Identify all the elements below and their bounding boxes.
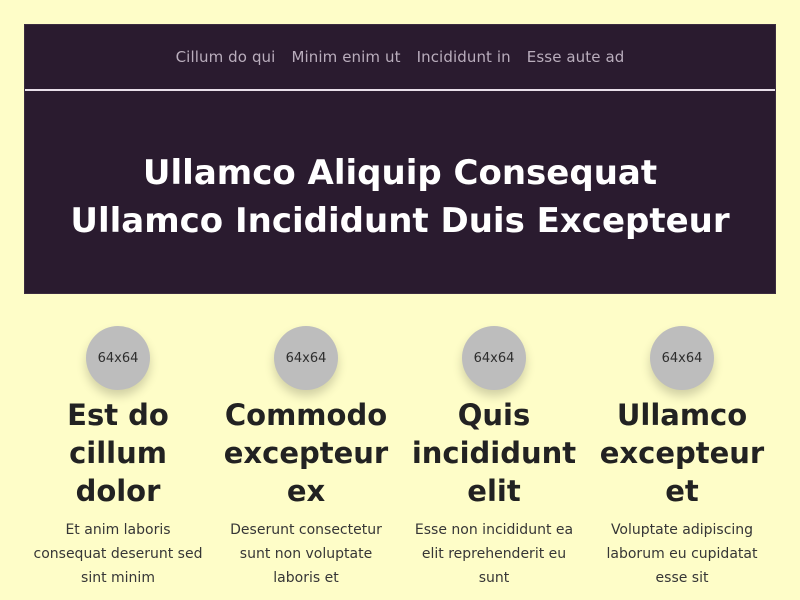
feature-description: Esse non incididunt ea elit reprehenderi…: [414, 522, 574, 586]
feature-heading: Ullamco excepteur et: [599, 398, 765, 508]
top-navigation: Cillum do qui Minim enim ut Incididunt i…: [25, 25, 775, 91]
feature-card: 64x64 Commodo excepteur ex Deserunt cons…: [212, 326, 400, 590]
hero-section: Cillum do qui Minim enim ut Incididunt i…: [24, 24, 776, 294]
feature-description: Voluptate adipiscing laborum eu cupidata…: [606, 522, 758, 586]
hero-title: Ullamco Aliquip Consequat Ullamco Incidi…: [70, 153, 730, 241]
feature-heading: Quis incididunt elit: [411, 398, 577, 508]
feature-card: 64x64 Quis incididunt elit Esse non inci…: [400, 326, 588, 590]
feature-card: 64x64 Est do cillum dolor Et anim labori…: [24, 326, 212, 590]
feature-image-placeholder: 64x64: [86, 326, 150, 390]
features-section: 64x64 Est do cillum dolor Et anim labori…: [24, 326, 776, 590]
feature-heading: Est do cillum dolor: [67, 398, 169, 508]
nav-link-cillum-do-qui[interactable]: Cillum do qui: [176, 48, 276, 66]
feature-image-placeholder: 64x64: [462, 326, 526, 390]
nav-link-minim-enim-ut[interactable]: Minim enim ut: [291, 48, 400, 66]
nav-link-incididunt-in[interactable]: Incididunt in: [417, 48, 511, 66]
feature-description: Et anim laboris consequat deserunt sed s…: [33, 522, 203, 586]
feature-card: 64x64 Ullamco excepteur et Voluptate adi…: [588, 326, 776, 590]
feature-description: Deserunt consectetur sunt non voluptate …: [230, 522, 382, 586]
feature-heading: Commodo excepteur ex: [223, 398, 389, 508]
feature-image-placeholder: 64x64: [274, 326, 338, 390]
nav-link-esse-aute-ad[interactable]: Esse aute ad: [527, 48, 625, 66]
feature-image-placeholder: 64x64: [650, 326, 714, 390]
